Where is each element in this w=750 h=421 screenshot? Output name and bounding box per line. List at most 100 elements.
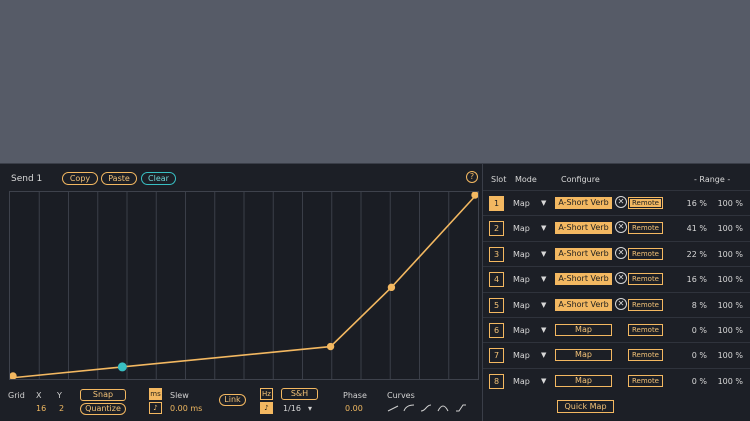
range-min[interactable]: 16 %	[671, 275, 707, 284]
mode-dropdown-icon[interactable]: ▼	[541, 199, 546, 207]
mode-value[interactable]: Map	[513, 199, 530, 208]
remote-button[interactable]: Remote	[628, 247, 663, 260]
map-target-button[interactable]: A-Short Verb	[555, 298, 612, 311]
remote-button[interactable]: Remote	[628, 349, 663, 362]
clear-button[interactable]: Clear	[141, 172, 176, 185]
remote-button[interactable]: Remote	[628, 324, 663, 336]
map-target-button[interactable]: A-Short Verb	[555, 273, 612, 286]
configure-header: Configure	[561, 175, 600, 184]
mode-dropdown-icon[interactable]: ▼	[541, 301, 546, 309]
slot-number[interactable]: 8	[489, 373, 504, 389]
mode-value[interactable]: Map	[513, 250, 530, 259]
range-min[interactable]: 0 %	[671, 351, 707, 360]
range-min[interactable]: 41 %	[671, 224, 707, 233]
rate-note-icon[interactable]: ♪	[260, 402, 273, 414]
mode-dropdown-icon[interactable]: ▼	[541, 326, 546, 334]
snap-button[interactable]: Snap	[80, 389, 126, 401]
unmap-icon[interactable]: ✕	[615, 221, 627, 234]
mode-dropdown-icon[interactable]: ▼	[541, 250, 546, 258]
quick-map-button[interactable]: Quick Map	[557, 400, 614, 413]
copy-button[interactable]: Copy	[62, 172, 98, 185]
remote-button[interactable]: Remote	[628, 298, 663, 311]
quantize-button[interactable]: Quantize	[80, 403, 126, 415]
range-max[interactable]: 100 %	[711, 326, 743, 335]
curve-step-icon[interactable]	[455, 403, 467, 413]
range-max[interactable]: 100 %	[711, 224, 743, 233]
map-target-button[interactable]: A-Short Verb	[555, 197, 612, 209]
y-label: Y	[57, 391, 62, 400]
mapping-row: 6 Map ▼ Map Remote 0 % 100 %	[483, 317, 750, 342]
hz-toggle[interactable]: Hz	[260, 388, 273, 400]
x-value[interactable]: 16	[36, 404, 46, 413]
curve-exp-icon[interactable]	[403, 403, 415, 413]
mode-dropdown-icon[interactable]: ▼	[541, 275, 546, 283]
range-min[interactable]: 8 %	[671, 301, 707, 310]
map-target-button[interactable]: Map	[555, 374, 612, 387]
remote-button[interactable]: Remote	[628, 273, 663, 286]
selected-breakpoint[interactable]	[117, 362, 127, 372]
slot-number[interactable]: 4	[489, 272, 504, 288]
slew-value[interactable]: 0.00 ms	[170, 404, 202, 413]
range-max[interactable]: 100 %	[711, 250, 743, 259]
range-max[interactable]: 100 %	[711, 275, 743, 284]
slot-number[interactable]: 5	[489, 297, 504, 313]
curves-label: Curves	[387, 391, 415, 400]
range-min[interactable]: 0 %	[671, 377, 707, 386]
mapping-row: 2 Map ▼ A-Short Verb ✕ Remote 41 % 100 %	[483, 215, 750, 240]
slot-number[interactable]: 2	[489, 221, 504, 237]
breakpoint[interactable]	[326, 342, 335, 351]
map-target-button[interactable]: A-Short Verb	[555, 247, 612, 260]
range-min[interactable]: 16 %	[671, 199, 707, 208]
slot-number[interactable]: 6	[489, 323, 504, 338]
remote-button[interactable]: Remote	[628, 222, 663, 235]
sample-hold-button[interactable]: S&H	[281, 388, 318, 400]
range-min[interactable]: 0 %	[671, 326, 707, 335]
mode-value[interactable]: Map	[513, 326, 530, 335]
map-target-button[interactable]: Map	[555, 324, 612, 336]
remote-button[interactable]: Remote	[628, 197, 663, 209]
shape-graph[interactable]	[9, 191, 479, 380]
note-icon[interactable]: ♪	[149, 402, 162, 414]
mode-value[interactable]: Map	[513, 377, 530, 386]
mode-value[interactable]: Map	[513, 301, 530, 310]
map-target-button[interactable]: A-Short Verb	[555, 222, 612, 235]
mode-value[interactable]: Map	[513, 351, 530, 360]
map-target-button[interactable]: Map	[555, 349, 612, 362]
unmap-icon[interactable]: ✕	[615, 196, 627, 208]
curve-arc-icon[interactable]	[437, 403, 449, 413]
y-value[interactable]: 2	[59, 404, 64, 413]
slot-number[interactable]: 3	[489, 246, 504, 262]
unmap-icon[interactable]: ✕	[615, 297, 627, 310]
range-min[interactable]: 22 %	[671, 250, 707, 259]
breakpoint[interactable]	[10, 372, 17, 379]
range-max[interactable]: 100 %	[711, 377, 743, 386]
slot-number[interactable]: 1	[489, 196, 504, 211]
remote-button[interactable]: Remote	[628, 374, 663, 387]
unmap-icon[interactable]: ✕	[615, 246, 627, 259]
range-max[interactable]: 100 %	[711, 199, 743, 208]
mapping-row: 3 Map ▼ A-Short Verb ✕ Remote 22 % 100 %	[483, 240, 750, 266]
mode-dropdown-icon[interactable]: ▼	[541, 351, 546, 359]
rate-value[interactable]: 1/16	[283, 404, 301, 413]
range-max[interactable]: 100 %	[711, 301, 743, 310]
mode-dropdown-icon[interactable]: ▼	[541, 377, 546, 385]
mapping-row: 1 Map ▼ A-Short Verb ✕ Remote 16 % 100 %	[483, 190, 750, 215]
curve-scurve-icon[interactable]	[420, 403, 432, 413]
mapping-panel: Slot Mode Configure - Range - 1 Map ▼ A-Sho…	[482, 164, 750, 421]
range-max[interactable]: 100 %	[711, 351, 743, 360]
help-icon[interactable]: ?	[466, 171, 478, 183]
phase-value[interactable]: 0.00	[345, 404, 363, 413]
mode-value[interactable]: Map	[513, 224, 530, 233]
breakpoint[interactable]	[387, 283, 396, 292]
slot-number[interactable]: 7	[489, 348, 504, 364]
paste-button[interactable]: Paste	[101, 172, 137, 185]
shape-chart-svg	[10, 192, 478, 379]
mode-value[interactable]: Map	[513, 275, 530, 284]
rate-dropdown-icon[interactable]: ▾	[308, 404, 312, 413]
curve-linear-icon[interactable]	[387, 403, 399, 413]
breakpoint[interactable]	[471, 192, 478, 199]
mode-dropdown-icon[interactable]: ▼	[541, 224, 546, 232]
unmap-icon[interactable]: ✕	[615, 272, 627, 285]
link-button[interactable]: Link	[219, 394, 246, 406]
slew-ms-toggle[interactable]: ms	[149, 388, 162, 400]
